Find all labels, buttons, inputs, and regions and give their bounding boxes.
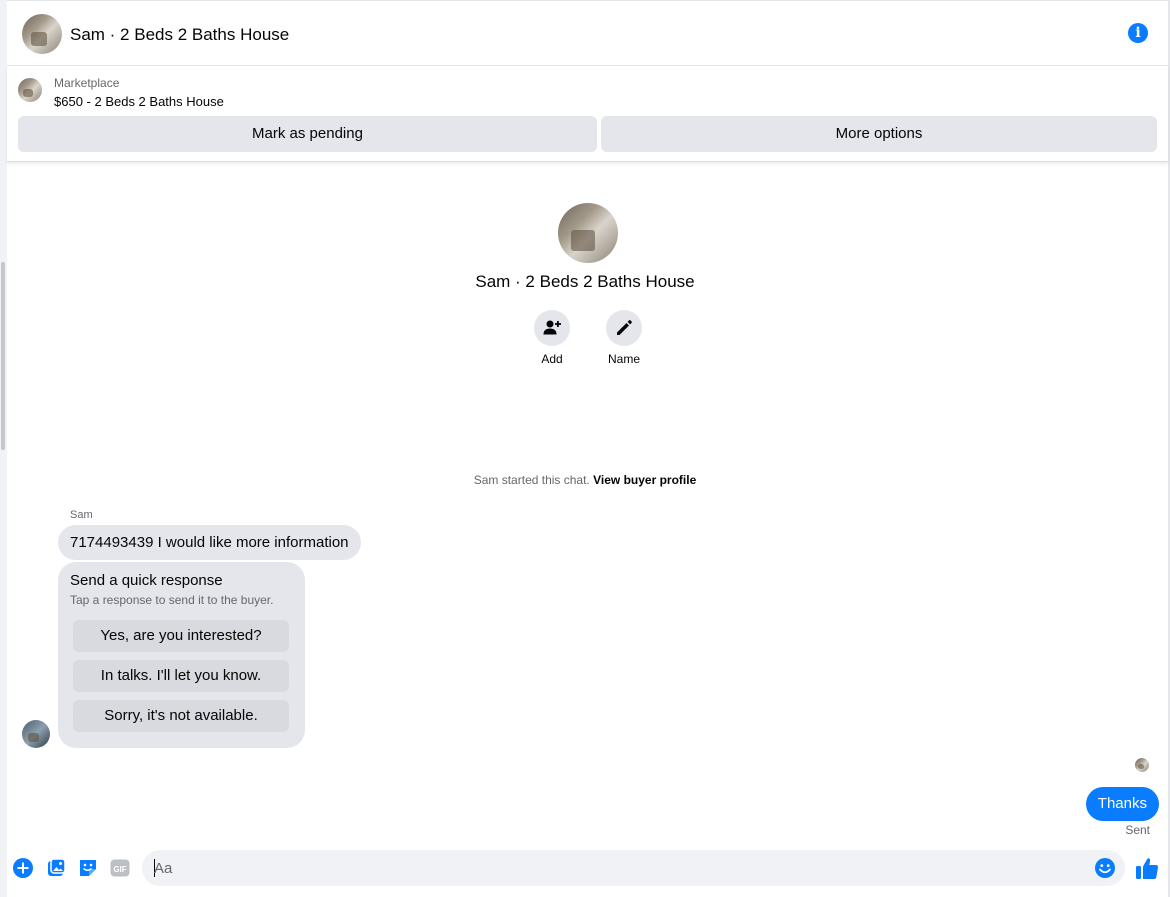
message-input[interactable]	[154, 850, 1084, 886]
chat-started-notice: Sam started this chat. View buyer profil…	[0, 473, 1170, 487]
sender-avatar[interactable]	[22, 720, 50, 748]
chat-started-text: Sam started this chat.	[473, 473, 590, 487]
photo-icon[interactable]	[45, 857, 67, 879]
quick-response-title: Send a quick response	[70, 572, 223, 589]
incoming-message-bubble[interactable]: 7174493439 I would like more information	[58, 525, 361, 560]
more-options-button[interactable]: More options	[601, 116, 1157, 152]
sticker-icon[interactable]	[77, 857, 99, 879]
outgoing-message-bubble[interactable]: Thanks	[1085, 787, 1159, 821]
view-buyer-profile-link[interactable]: View buyer profile	[593, 473, 696, 487]
listing-title[interactable]: $650 - 2 Beds 2 Baths House	[54, 94, 224, 109]
message-input-container[interactable]	[142, 850, 1125, 886]
quick-response-subtitle: Tap a response to send it to the buyer.	[70, 593, 274, 607]
quick-response-option-not-available[interactable]: Sorry, it's not available.	[73, 700, 289, 732]
messenger-chat-window: Sam · 2 Beds 2 Baths House i Marketplace…	[0, 0, 1170, 897]
emoji-icon[interactable]	[1094, 857, 1116, 879]
like-icon[interactable]	[1134, 855, 1160, 881]
marketplace-listing-bar: Marketplace $650 - 2 Beds 2 Baths House …	[7, 66, 1168, 162]
mark-as-pending-button[interactable]: Mark as pending	[18, 116, 597, 152]
add-action-label: Add	[541, 352, 563, 366]
sender-name: Sam	[70, 509, 93, 521]
quick-response-option-interested[interactable]: Yes, are you interested?	[73, 620, 289, 652]
info-icon[interactable]: i	[1128, 23, 1148, 43]
add-person-action[interactable]: Add	[522, 310, 582, 366]
name-action-label: Name	[607, 352, 640, 366]
contact-avatar[interactable]	[22, 14, 62, 54]
pencil-icon[interactable]	[606, 310, 642, 346]
profile-avatar[interactable]	[558, 203, 618, 263]
profile-name: Sam · 2 Beds 2 Baths House	[475, 272, 695, 291]
chat-title[interactable]: Sam · 2 Beds 2 Baths House	[70, 25, 289, 45]
scrollbar-track[interactable]	[0, 0, 7, 897]
chat-header: Sam · 2 Beds 2 Baths House i	[7, 0, 1168, 66]
read-receipt-avatar	[1135, 758, 1149, 772]
listing-thumbnail[interactable]	[18, 78, 42, 102]
listing-source-label: Marketplace	[54, 76, 120, 90]
gif-icon[interactable]: GIF	[109, 857, 131, 879]
plus-icon[interactable]	[12, 857, 34, 879]
quick-response-card: Send a quick response Tap a response to …	[58, 562, 305, 748]
gif-icon-text: GIF	[113, 865, 126, 874]
edit-name-action[interactable]: Name	[594, 310, 654, 366]
quick-response-option-in-talks[interactable]: In talks. I'll let you know.	[73, 660, 289, 692]
message-status: Sent	[1125, 823, 1150, 837]
add-person-icon[interactable]	[534, 310, 570, 346]
